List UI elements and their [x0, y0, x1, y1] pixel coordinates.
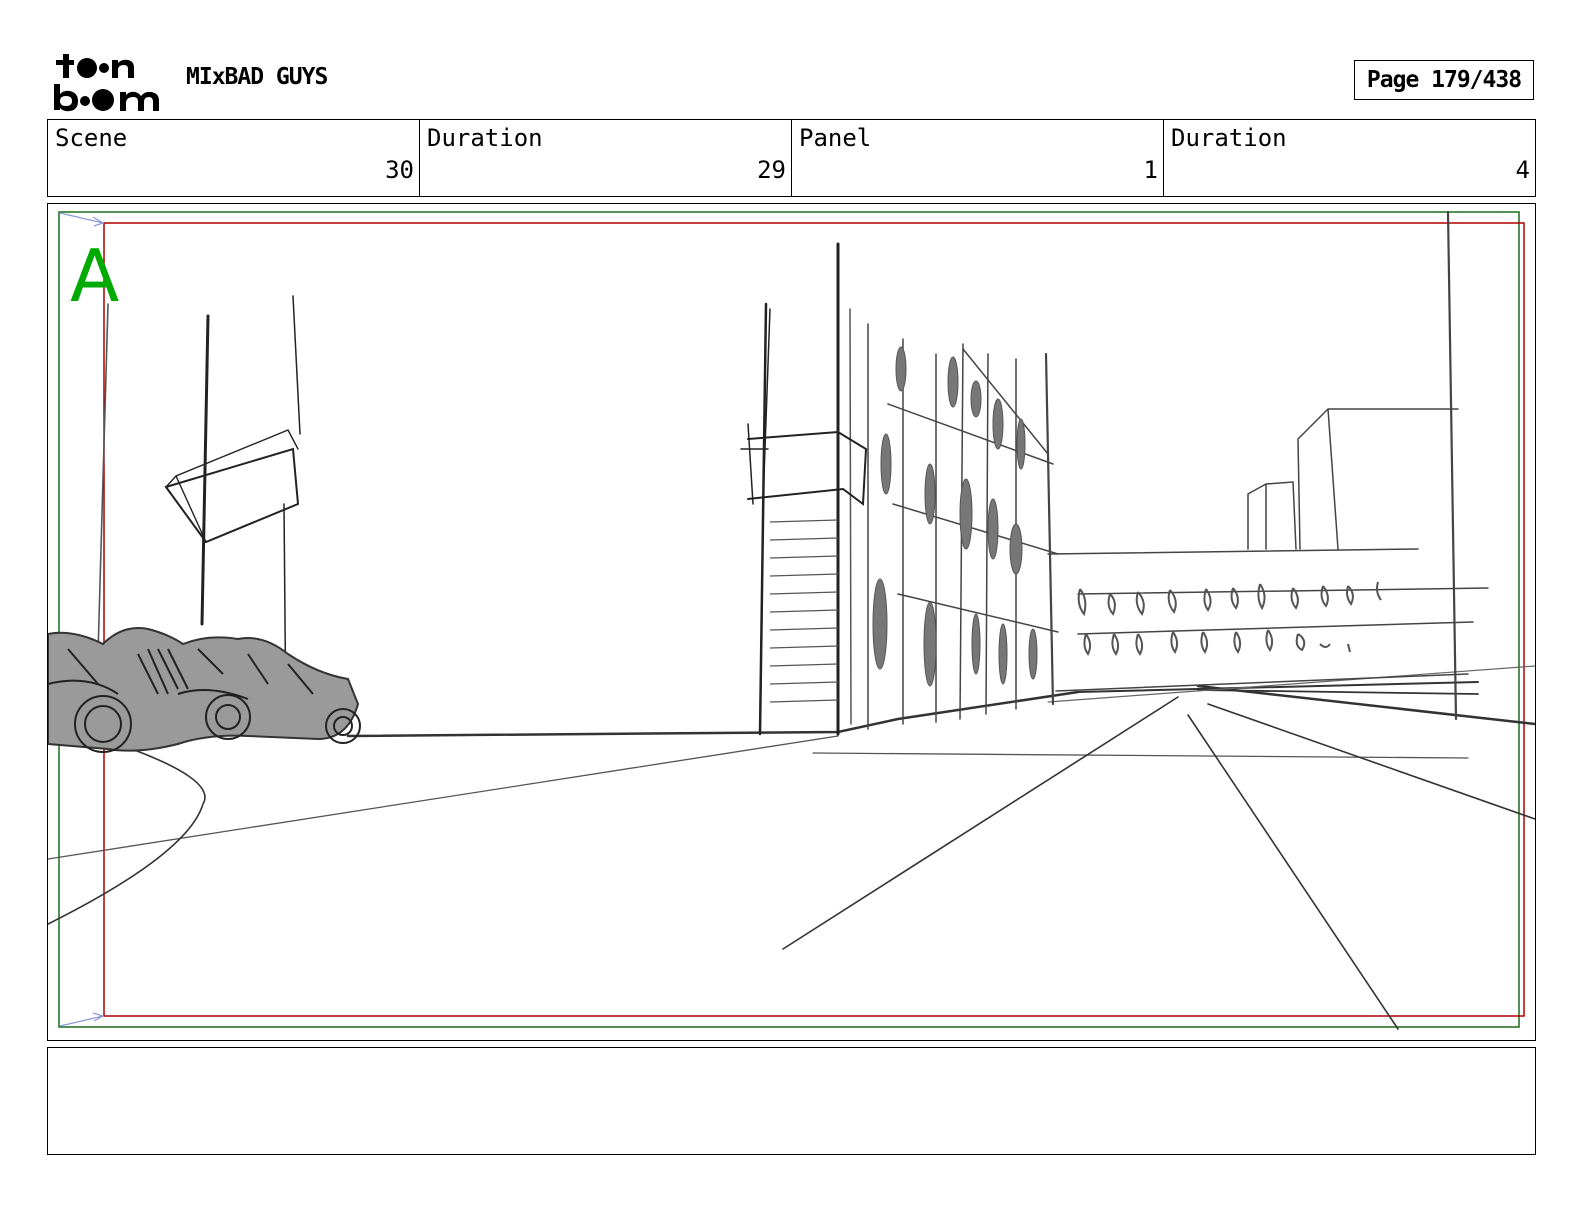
scene-duration-cell: Duration 29 — [420, 120, 792, 196]
panel-label: Panel — [799, 124, 872, 152]
storyboard-info-table: Scene 30 Duration 29 Panel 1 Duration 4 — [47, 119, 1536, 197]
panel-duration-value: 4 — [1515, 156, 1530, 184]
page-indicator: Page 179/438 — [1354, 60, 1534, 100]
camera-frame — [58, 211, 1520, 1028]
project-title: MIxBAD GUYS — [186, 64, 328, 90]
corner-arrow-icon — [59, 212, 105, 227]
panel-sketch: A — [48, 210, 1535, 1030]
panel-value: 1 — [1143, 156, 1158, 184]
panel-cell: Panel 1 — [792, 120, 1164, 196]
scene-value: 30 — [385, 156, 414, 184]
scene-label: Scene — [55, 124, 128, 152]
safe-frame — [103, 222, 1525, 1017]
scene-duration-label: Duration — [427, 124, 543, 152]
storyboard-panel: A — [47, 203, 1536, 1041]
panel-caption-box[interactable] — [47, 1047, 1536, 1155]
scene-duration-value: 29 — [757, 156, 786, 184]
corner-arrow-icon — [59, 1012, 105, 1027]
scene-cell: Scene 30 — [48, 120, 420, 196]
vehicle-sketch — [48, 627, 361, 753]
toon-boom-logo-icon — [50, 50, 165, 112]
layer-marker: A — [70, 234, 119, 318]
panel-duration-cell: Duration 4 — [1164, 120, 1535, 196]
panel-duration-label: Duration — [1171, 124, 1287, 152]
